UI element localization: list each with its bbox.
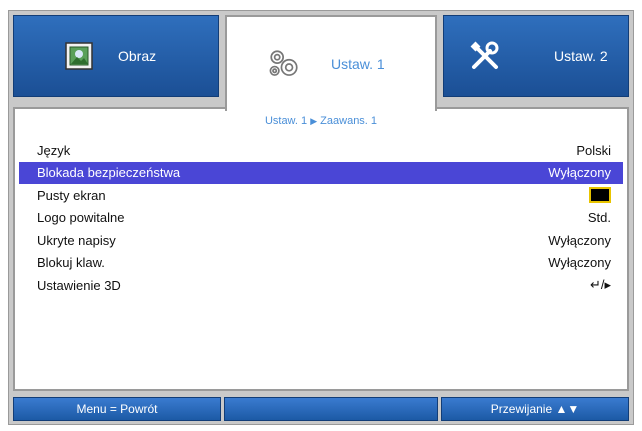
menu-item-value: Wyłączony (548, 255, 611, 271)
menu-list: Język Polski Blokada bezpieczeństwa Wyłą… (19, 139, 623, 297)
menu-item-value: Wyłączony (548, 165, 611, 181)
menu-item-blokuj-klaw[interactable]: Blokuj klaw. Wyłączony (19, 252, 623, 275)
tab-label: Ustaw. 1 (331, 56, 385, 72)
enter-submenu-icon: ↵/▸ (589, 277, 611, 293)
menu-item-label: Blokuj klaw. (37, 255, 105, 271)
menu-item-logo-powitalne[interactable]: Logo powitalne Std. (19, 207, 623, 230)
menu-item-pusty-ekran[interactable]: Pusty ekran (19, 184, 623, 207)
menu-item-blokada-bezpieczenstwa[interactable]: Blokada bezpieczeństwa Wyłączony (19, 161, 623, 184)
menu-item-label: Ustawienie 3D (37, 277, 121, 293)
osd-menu: Obraz Ustaw. 1 Ustaw. 2 Ustaw. 1 ▶ Zaawa… (8, 10, 634, 425)
tab-ustaw-2[interactable]: Ustaw. 2 (443, 15, 629, 97)
menu-item-value: Std. (587, 210, 611, 226)
scroll-hint: Przewijanie ▲▼ (441, 397, 629, 421)
tab-obraz[interactable]: Obraz (13, 15, 219, 97)
footer-bar: Menu = Powrót Przewijanie ▲▼ (13, 397, 629, 421)
breadcrumb: Ustaw. 1 ▶ Zaawans. 1 (15, 115, 627, 127)
menu-item-label: Język (37, 142, 71, 158)
menu-item-label: Pusty ekran (37, 187, 106, 203)
tab-label: Ustaw. 2 (554, 48, 608, 64)
tools-icon (468, 39, 502, 73)
tab-ustaw-1[interactable]: Ustaw. 1 (225, 15, 437, 111)
menu-item-jezyk[interactable]: Język Polski (19, 139, 623, 162)
menu-item-ustawienie-3d[interactable]: Ustawienie 3D ↵/▸ (19, 274, 623, 297)
blank-screen-color-swatch (589, 187, 611, 204)
image-icon (62, 39, 96, 73)
breadcrumb-parent: Ustaw. 1 (264, 115, 308, 127)
settings-panel: Ustaw. 1 ▶ Zaawans. 1 Język Polski Bloka… (13, 107, 629, 391)
footer-spacer (224, 397, 438, 421)
menu-item-value: Polski (576, 142, 611, 158)
menu-item-label: Blokada bezpieczeństwa (37, 165, 181, 181)
tab-label: Obraz (118, 48, 157, 64)
menu-back-hint: Menu = Powrót (13, 397, 221, 421)
menu-item-ukryte-napisy[interactable]: Ukryte napisy Wyłączony (19, 229, 623, 252)
breadcrumb-separator: ▶ (310, 116, 318, 126)
gears-icon (267, 47, 301, 81)
breadcrumb-child: Zaawans. 1 (320, 115, 378, 127)
menu-item-label: Ukryte napisy (37, 232, 116, 248)
menu-item-label: Logo powitalne (37, 210, 125, 226)
menu-item-value: Wyłączony (548, 232, 611, 248)
